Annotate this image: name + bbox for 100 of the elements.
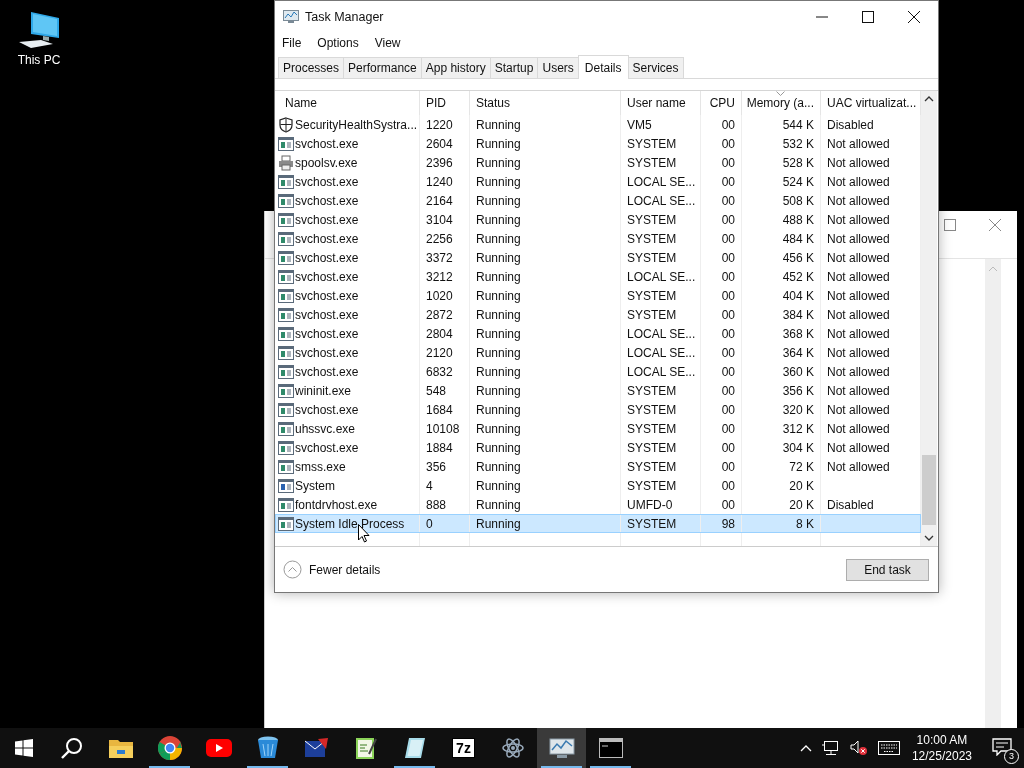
table-row[interactable]: svchost.exe 3212 Running LOCAL SE... 00 452 K Not allowed	[275, 267, 921, 286]
column-header[interactable]: PID	[420, 91, 470, 115]
table-row[interactable]: SecurityHealthSystra... 1220 Running VM5 00 544 K Disabled	[275, 115, 921, 134]
window-icon	[278, 364, 294, 379]
end-task-button[interactable]: End task	[846, 558, 929, 581]
selected-row[interactable]: System Idle Process 0 Running SYSTEM 98 8 K	[275, 514, 921, 533]
window-icon	[278, 402, 294, 417]
memory-cell: 304 K	[782, 440, 814, 455]
table-row[interactable]: svchost.exe 2256 Running SYSTEM 00 484 K Not allowed	[275, 229, 921, 248]
table-row[interactable]: wininit.exe 548 Running SYSTEM 00 356 K Not allowed	[275, 381, 921, 400]
table-row[interactable]: System 4 Running SYSTEM 00 20 K	[275, 476, 921, 495]
chevron-up-icon[interactable]	[799, 744, 812, 752]
status-cell: Running	[476, 345, 521, 360]
keyboard-icon[interactable]	[877, 741, 900, 755]
cpu-cell: 00	[721, 231, 735, 246]
fewer-details-button[interactable]: Fewer details	[283, 560, 381, 579]
terminal-icon[interactable]	[598, 738, 623, 758]
windows-logo-icon[interactable]	[15, 739, 33, 757]
notepad-icon[interactable]	[354, 736, 377, 760]
tab[interactable]: Startup	[489, 57, 539, 78]
menu-item[interactable]: Options	[317, 36, 359, 50]
tab[interactable]: Performance	[343, 57, 422, 78]
atom-icon[interactable]	[500, 736, 525, 760]
taskbar-button[interactable]	[537, 728, 586, 768]
table-row[interactable]: uhssvc.exe 10108 Running SYSTEM 00 312 K Not allowed	[275, 419, 921, 438]
memory-cell: 544 K	[782, 117, 814, 132]
envelope-icon[interactable]	[303, 737, 330, 759]
column-header[interactable]: User name	[621, 91, 701, 115]
tab[interactable]: Details	[577, 55, 629, 79]
pid-cell: 2256	[426, 231, 453, 246]
table-row[interactable]: svchost.exe 1020 Running SYSTEM 00 404 K Not allowed	[275, 286, 921, 305]
table-row[interactable]: smss.exe 356 Running SYSTEM 00 72 K Not allowed	[275, 457, 921, 476]
network-icon[interactable]	[821, 740, 840, 756]
maximize-icon[interactable]	[862, 10, 874, 23]
cpu-cell: 00	[721, 459, 735, 474]
monitor-chart-icon	[283, 9, 299, 24]
memory-cell: 488 K	[782, 212, 814, 227]
window-icon	[278, 174, 294, 189]
table-row[interactable]: svchost.exe 1240 Running LOCAL SE... 00 524 K Not allowed	[275, 172, 921, 191]
computer-icon[interactable]	[17, 10, 61, 50]
scroll-down-icon[interactable]	[924, 535, 934, 541]
table-row[interactable]: svchost.exe 3104 Running SYSTEM 00 488 K Not allowed	[275, 210, 921, 229]
table-row[interactable]: svchost.exe 2804 Running LOCAL SE... 00 368 K Not allowed	[275, 324, 921, 343]
menu-item[interactable]: View	[374, 36, 401, 50]
cpu-cell: 00	[721, 212, 735, 227]
window-icon	[278, 231, 294, 246]
tab[interactable]: App history	[420, 57, 491, 78]
table-row[interactable]: svchost.exe 2604 Running SYSTEM 00 532 K Not allowed	[275, 134, 921, 153]
tab[interactable]: Services	[627, 57, 684, 78]
status-cell: Running	[476, 212, 521, 227]
muted-speaker-icon[interactable]	[849, 740, 868, 756]
table-row[interactable]: svchost.exe 2164 Running LOCAL SE... 00 508 K Not allowed	[275, 191, 921, 210]
scroll-thumb[interactable]	[922, 455, 936, 525]
browser-icon[interactable]	[157, 736, 182, 760]
video-play-icon[interactable]	[205, 739, 232, 757]
bucket-icon[interactable]	[256, 736, 279, 760]
archive-app-icon[interactable]: 7z	[452, 738, 475, 758]
pid-cell: 10108	[426, 421, 460, 436]
pid-cell: 1220	[426, 117, 453, 132]
column-header[interactable]: Status	[470, 91, 621, 115]
status-cell: Running	[476, 421, 521, 436]
table-row[interactable]: svchost.exe 1684 Running SYSTEM 00 320 K Not allowed	[275, 400, 921, 419]
table-row[interactable]: svchost.exe 2872 Running SYSTEM 00 384 K Not allowed	[275, 305, 921, 324]
table-row[interactable]: spoolsv.exe 2396 Running SYSTEM 00 528 K Not allowed	[275, 153, 921, 172]
memory-cell: 312 K	[782, 421, 814, 436]
table-row[interactable]: svchost.exe 6832 Running LOCAL SE... 00 360 K Not allowed	[275, 362, 921, 381]
printer-icon	[278, 154, 294, 171]
pid-cell: 2804	[426, 326, 453, 341]
monitor-chart-icon[interactable]	[548, 737, 575, 759]
taskbar-button[interactable]: 7z	[439, 728, 488, 768]
table-row[interactable]: svchost.exe 2120 Running LOCAL SE... 00 364 K Not allowed	[275, 343, 921, 362]
cpu-cell: 00	[721, 174, 735, 189]
memory-cell: 368 K	[782, 326, 814, 341]
cpu-cell: 00	[721, 307, 735, 322]
column-header[interactable]: CPU	[701, 91, 742, 115]
cpu-cell: 00	[721, 155, 735, 170]
table-row[interactable]: svchost.exe 1884 Running SYSTEM 00 304 K Not allowed	[275, 438, 921, 457]
process-name: svchost.exe	[295, 440, 359, 455]
desktop-icon-label[interactable]: This PC	[17, 53, 61, 67]
table-row[interactable]: svchost.exe 3372 Running SYSTEM 00 456 K Not allowed	[275, 248, 921, 267]
process-name: SecurityHealthSystra...	[295, 117, 418, 132]
tab[interactable]: Users	[537, 57, 579, 78]
close-icon[interactable]	[908, 10, 920, 23]
notification-count-badge: 3	[1004, 748, 1019, 764]
search-icon[interactable]	[61, 737, 83, 759]
uac-cell: Not allowed	[827, 459, 890, 474]
scrollbar[interactable]	[985, 259, 1001, 728]
clock-time[interactable]: 10:00 AM	[916, 732, 968, 748]
column-header[interactable]: Name	[275, 91, 420, 115]
menu-item[interactable]: File	[282, 36, 302, 50]
tab[interactable]: Processes	[278, 57, 345, 78]
window-icon	[278, 345, 294, 360]
clock-date[interactable]: 12/25/2023	[911, 748, 972, 764]
scrollbar[interactable]	[921, 91, 937, 546]
folder-icon[interactable]	[108, 738, 133, 758]
paper-icon[interactable]	[402, 737, 427, 759]
scroll-up-icon[interactable]	[924, 96, 934, 102]
user-name-cell: VM5	[627, 117, 652, 132]
column-header[interactable]: Memory (a...	[742, 91, 821, 115]
memory-cell: 524 K	[782, 174, 814, 189]
